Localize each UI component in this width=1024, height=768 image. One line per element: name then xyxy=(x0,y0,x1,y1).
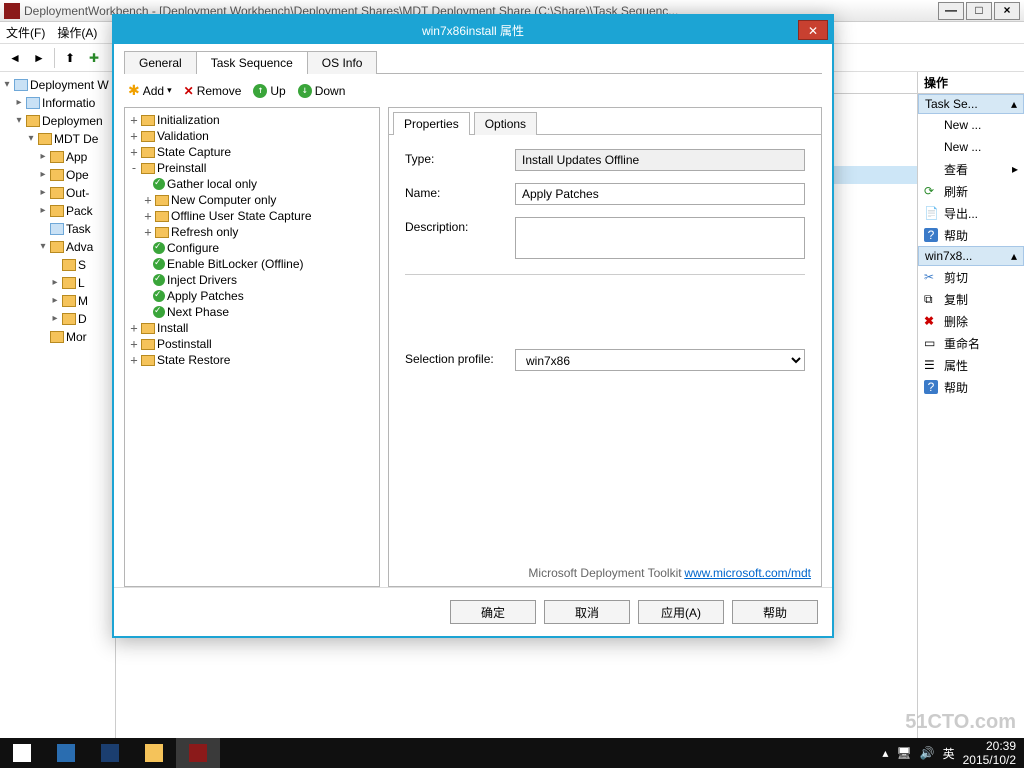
help-button[interactable]: 帮助 xyxy=(732,600,818,624)
tab-task-sequence[interactable]: Task Sequence xyxy=(196,51,308,74)
help-icon: ? xyxy=(924,380,938,394)
sequence-toolbar: ✱Add▾ ✕Remove ↑Up ↓Down xyxy=(124,74,822,107)
refresh-icon: ⟳ xyxy=(924,184,938,198)
rename-icon: ▭ xyxy=(924,336,938,350)
action-export[interactable]: 📄导出... xyxy=(918,202,1024,224)
action-help-2[interactable]: ?帮助 xyxy=(918,376,1024,398)
inner-tab-options[interactable]: Options xyxy=(474,112,537,135)
properties-dialog: win7x86install 属性 ✕ General Task Sequenc… xyxy=(112,14,834,638)
selection-profile-select[interactable]: win7x86 xyxy=(515,349,805,371)
system-tray[interactable]: ▴🖥🔊英 20:392015/10/2 xyxy=(874,739,1024,767)
up-button[interactable]: ⬆ xyxy=(59,47,81,69)
up-icon: ↑ xyxy=(253,84,267,98)
maximize-button[interactable]: □ xyxy=(966,2,992,20)
cut-icon: ✂ xyxy=(924,270,938,284)
menu-action[interactable]: 操作(A) xyxy=(57,24,97,41)
minimize-button[interactable]: — xyxy=(938,2,964,20)
add-icon: ✱ xyxy=(128,82,140,99)
app-icon xyxy=(4,3,20,19)
forward-button[interactable]: ► xyxy=(28,47,50,69)
dialog-title: win7x86install 属性 xyxy=(422,22,524,39)
nav-tree[interactable]: ▾Deployment W ▸Informatio ▾Deploymen ▾MD… xyxy=(0,72,116,768)
down-button[interactable]: ↓Down xyxy=(294,82,350,100)
action-properties[interactable]: ☰属性 xyxy=(918,354,1024,376)
action-group-task[interactable]: Task Se...▴ xyxy=(918,94,1024,114)
delete-icon: ✖ xyxy=(924,314,938,328)
remove-icon: ✕ xyxy=(184,84,194,98)
action-refresh[interactable]: ⟳刷新 xyxy=(918,180,1024,202)
task-explorer[interactable] xyxy=(132,738,176,768)
action-cut[interactable]: ✂剪切 xyxy=(918,266,1024,288)
action-group-item[interactable]: win7x8...▴ xyxy=(918,246,1024,266)
mdt-link[interactable]: www.microsoft.com/mdt xyxy=(684,566,811,580)
name-field[interactable] xyxy=(515,183,805,205)
ok-button[interactable]: 确定 xyxy=(450,600,536,624)
action-new-1[interactable]: New ... xyxy=(918,114,1024,136)
copy-icon: ⧉ xyxy=(924,292,938,306)
properties-icon: ☰ xyxy=(924,358,938,372)
apply-button[interactable]: 应用(A) xyxy=(638,600,724,624)
menu-file[interactable]: 文件(F) xyxy=(6,24,45,41)
tab-general[interactable]: General xyxy=(124,51,197,74)
task-server-manager[interactable] xyxy=(44,738,88,768)
selection-profile-label: Selection profile: xyxy=(405,349,515,366)
sequence-tree[interactable]: +Initialization +Validation +State Captu… xyxy=(124,107,380,587)
action-view[interactable]: 查看▸ xyxy=(918,158,1024,180)
type-label: Type: xyxy=(405,149,515,166)
action-help-1[interactable]: ?帮助 xyxy=(918,224,1024,246)
tab-os-info[interactable]: OS Info xyxy=(307,51,378,74)
back-button[interactable]: ◄ xyxy=(4,47,26,69)
description-label: Description: xyxy=(405,217,515,234)
add-button[interactable]: ✱Add▾ xyxy=(124,80,176,101)
export-icon: 📄 xyxy=(924,206,938,220)
task-deployment-workbench[interactable] xyxy=(176,738,220,768)
up-button[interactable]: ↑Up xyxy=(249,82,289,100)
action-delete[interactable]: ✖删除 xyxy=(918,310,1024,332)
actions-header: 操作 xyxy=(918,72,1024,94)
type-field xyxy=(515,149,805,171)
task-powershell[interactable] xyxy=(88,738,132,768)
remove-button[interactable]: ✕Remove xyxy=(180,82,246,100)
description-field[interactable] xyxy=(515,217,805,259)
dialog-tabs: General Task Sequence OS Info xyxy=(124,50,822,74)
close-button[interactable]: × xyxy=(994,2,1020,20)
start-button[interactable] xyxy=(0,738,44,768)
down-icon: ↓ xyxy=(298,84,312,98)
action-new-2[interactable]: New ... xyxy=(918,136,1024,158)
new-button[interactable]: ✚ xyxy=(83,47,105,69)
dialog-titlebar[interactable]: win7x86install 属性 ✕ xyxy=(114,16,832,44)
help-icon: ? xyxy=(924,228,938,242)
taskbar[interactable]: ▴🖥🔊英 20:392015/10/2 xyxy=(0,738,1024,768)
inner-tab-properties[interactable]: Properties xyxy=(393,112,470,135)
action-copy[interactable]: ⧉复制 xyxy=(918,288,1024,310)
actions-pane: 操作 Task Se...▴ New ... New ... 查看▸ ⟳刷新 📄… xyxy=(918,72,1024,768)
action-rename[interactable]: ▭重命名 xyxy=(918,332,1024,354)
name-label: Name: xyxy=(405,183,515,200)
cancel-button[interactable]: 取消 xyxy=(544,600,630,624)
dialog-close-button[interactable]: ✕ xyxy=(798,20,828,40)
